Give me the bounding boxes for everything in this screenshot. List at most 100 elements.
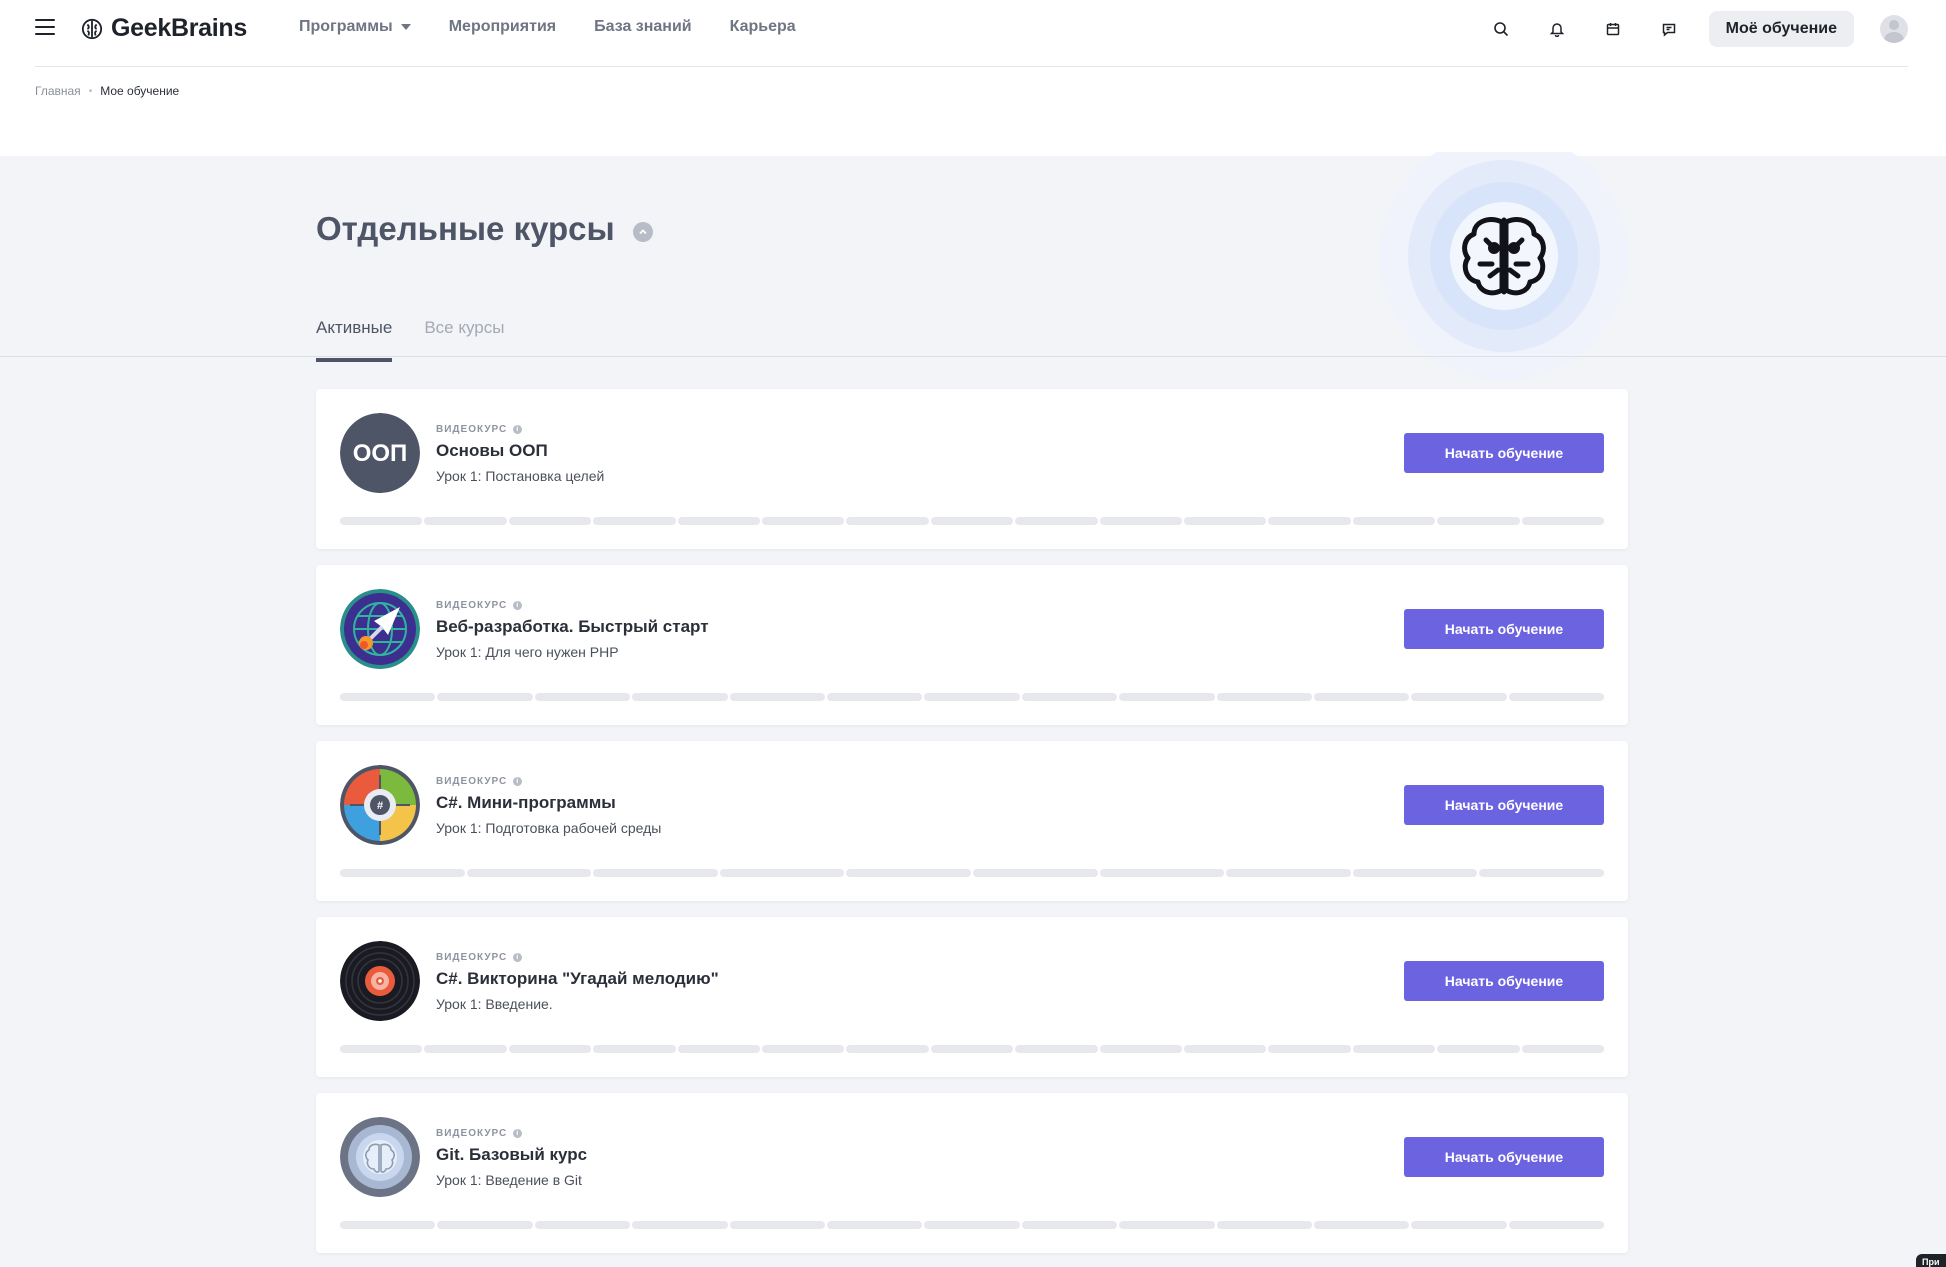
progress-segment (340, 517, 423, 525)
bell-icon[interactable] (1547, 19, 1567, 39)
search-icon[interactable] (1491, 19, 1511, 39)
progress-segment (340, 693, 436, 701)
course-meta: видеокурс i Git. Базовый курс Урок 1: Вв… (436, 1128, 587, 1188)
progress-segment (1099, 869, 1225, 877)
chevron-up-icon (639, 229, 647, 235)
menu-item-career[interactable]: Карьера (730, 18, 796, 36)
progress-segment (826, 693, 923, 701)
info-icon[interactable]: i (513, 425, 523, 434)
breadcrumb-current: Мое обучение (100, 84, 180, 98)
info-icon[interactable]: i (513, 777, 523, 786)
course-meta: видеокурс i C#. Викторина "Угадай мелоди… (436, 952, 719, 1012)
course-lesson: Урок 1: Введение в Git (436, 1172, 582, 1188)
course-title[interactable]: Git. Базовый курс (436, 1145, 587, 1165)
course-lesson: Урок 1: Подготовка рабочей среды (436, 820, 662, 836)
course-progress (340, 693, 1605, 701)
course-card: ООП видеокурс i Основы ООП Урок 1: Поста… (316, 389, 1628, 549)
course-lesson: Урок 1: Постановка целей (436, 468, 605, 484)
chat-icon[interactable] (1659, 19, 1679, 39)
progress-segment (677, 1045, 761, 1053)
progress-segment (762, 1045, 845, 1053)
progress-segment (1352, 869, 1478, 877)
brain-icon (1380, 132, 1628, 380)
progress-segment (437, 1221, 533, 1229)
progress-segment (593, 517, 676, 525)
calendar-icon[interactable] (1603, 19, 1623, 39)
course-type-label: видеокурс i (436, 776, 661, 787)
top-bar: GeekBrains Программы Мероприятия База зн… (0, 0, 1946, 156)
web-rocket-icon (340, 589, 420, 669)
collapse-toggle[interactable] (632, 222, 653, 242)
course-type: видеокурс (436, 952, 508, 963)
progress-segment (677, 517, 761, 525)
logo[interactable]: GeekBrains (81, 14, 247, 43)
breadcrumb-separator-icon: • (88, 85, 93, 97)
progress-segment (1411, 693, 1507, 701)
progress-segment (1313, 1221, 1410, 1229)
course-title[interactable]: Веб-разработка. Быстрый старт (436, 617, 709, 637)
breadcrumb-home[interactable]: Главная (35, 84, 81, 98)
start-learning-button[interactable]: Начать обучение (1404, 1137, 1604, 1177)
progress-segment (1216, 693, 1312, 701)
course-card: # видеокурс i C#. Мини-программы Урок 1:… (316, 741, 1628, 901)
start-learning-button[interactable]: Начать обучение (1404, 785, 1604, 825)
menu-item-knowledge-base[interactable]: База знаний (594, 18, 692, 36)
start-learning-button[interactable]: Начать обучение (1404, 433, 1604, 473)
my-learning-button[interactable]: Моё обучение (1708, 11, 1854, 47)
progress-segment (1015, 1045, 1098, 1053)
progress-segment (846, 869, 971, 877)
course-progress (340, 869, 1604, 877)
progress-segment (1437, 1045, 1520, 1053)
progress-segment (1437, 517, 1520, 525)
progress-segment (846, 517, 929, 525)
progress-segment (1268, 517, 1351, 525)
progress-segment (826, 1221, 923, 1229)
info-icon[interactable]: i (513, 953, 523, 962)
progress-segment (508, 1045, 592, 1053)
course-lesson: Урок 1: Для чего нужен PHP (436, 644, 619, 660)
progress-segment (1352, 1045, 1436, 1053)
course-title[interactable]: C#. Мини-программы (436, 793, 661, 813)
menu-item-programs[interactable]: Программы (299, 18, 411, 36)
header-actions: Моё обучение (1491, 11, 1908, 47)
progress-segment (719, 869, 845, 877)
progress-segment (1352, 517, 1436, 525)
progress-segment (1508, 693, 1605, 701)
progress-segment (924, 1221, 1020, 1229)
page-title: Отдельные курсы (316, 210, 615, 247)
progress-segment (340, 1221, 436, 1229)
hamburger-menu-icon[interactable] (35, 19, 55, 36)
start-learning-button[interactable]: Начать обучение (1404, 609, 1604, 649)
brain-logo-icon (81, 18, 103, 39)
progress-segment (340, 1045, 423, 1053)
progress-segment (1184, 517, 1267, 525)
info-icon[interactable]: i (513, 601, 523, 610)
menu-item-label: Программы (299, 18, 393, 35)
course-title[interactable]: C#. Викторина "Угадай мелодию" (436, 969, 719, 989)
progress-segment (508, 517, 592, 525)
progress-segment (762, 517, 845, 525)
info-icon[interactable]: i (513, 1129, 523, 1138)
course-progress (340, 1221, 1605, 1229)
progress-segment (729, 1221, 825, 1229)
feedback-widget-button[interactable]: При (1916, 1254, 1946, 1267)
progress-segment (1411, 1221, 1507, 1229)
progress-segment (729, 693, 825, 701)
progress-segment (930, 517, 1014, 525)
progress-segment (466, 869, 592, 877)
avatar[interactable] (1880, 15, 1908, 43)
menu-item-label: Карьера (729, 18, 796, 35)
progress-segment (1119, 1221, 1215, 1229)
start-learning-button[interactable]: Начать обучение (1404, 961, 1604, 1001)
progress-segment (1216, 1221, 1312, 1229)
menu-item-events[interactable]: Мероприятия (449, 18, 556, 36)
course-type: видеокурс (436, 424, 508, 435)
progress-segment (1184, 1045, 1267, 1053)
course-title[interactable]: Основы ООП (436, 441, 604, 461)
progress-segment (924, 693, 1020, 701)
progress-segment (1099, 1045, 1183, 1053)
course-progress (340, 1045, 1605, 1053)
course-type-label: видеокурс i (436, 424, 604, 435)
progress-segment (1508, 1221, 1605, 1229)
course-type: видеокурс (436, 1128, 508, 1139)
